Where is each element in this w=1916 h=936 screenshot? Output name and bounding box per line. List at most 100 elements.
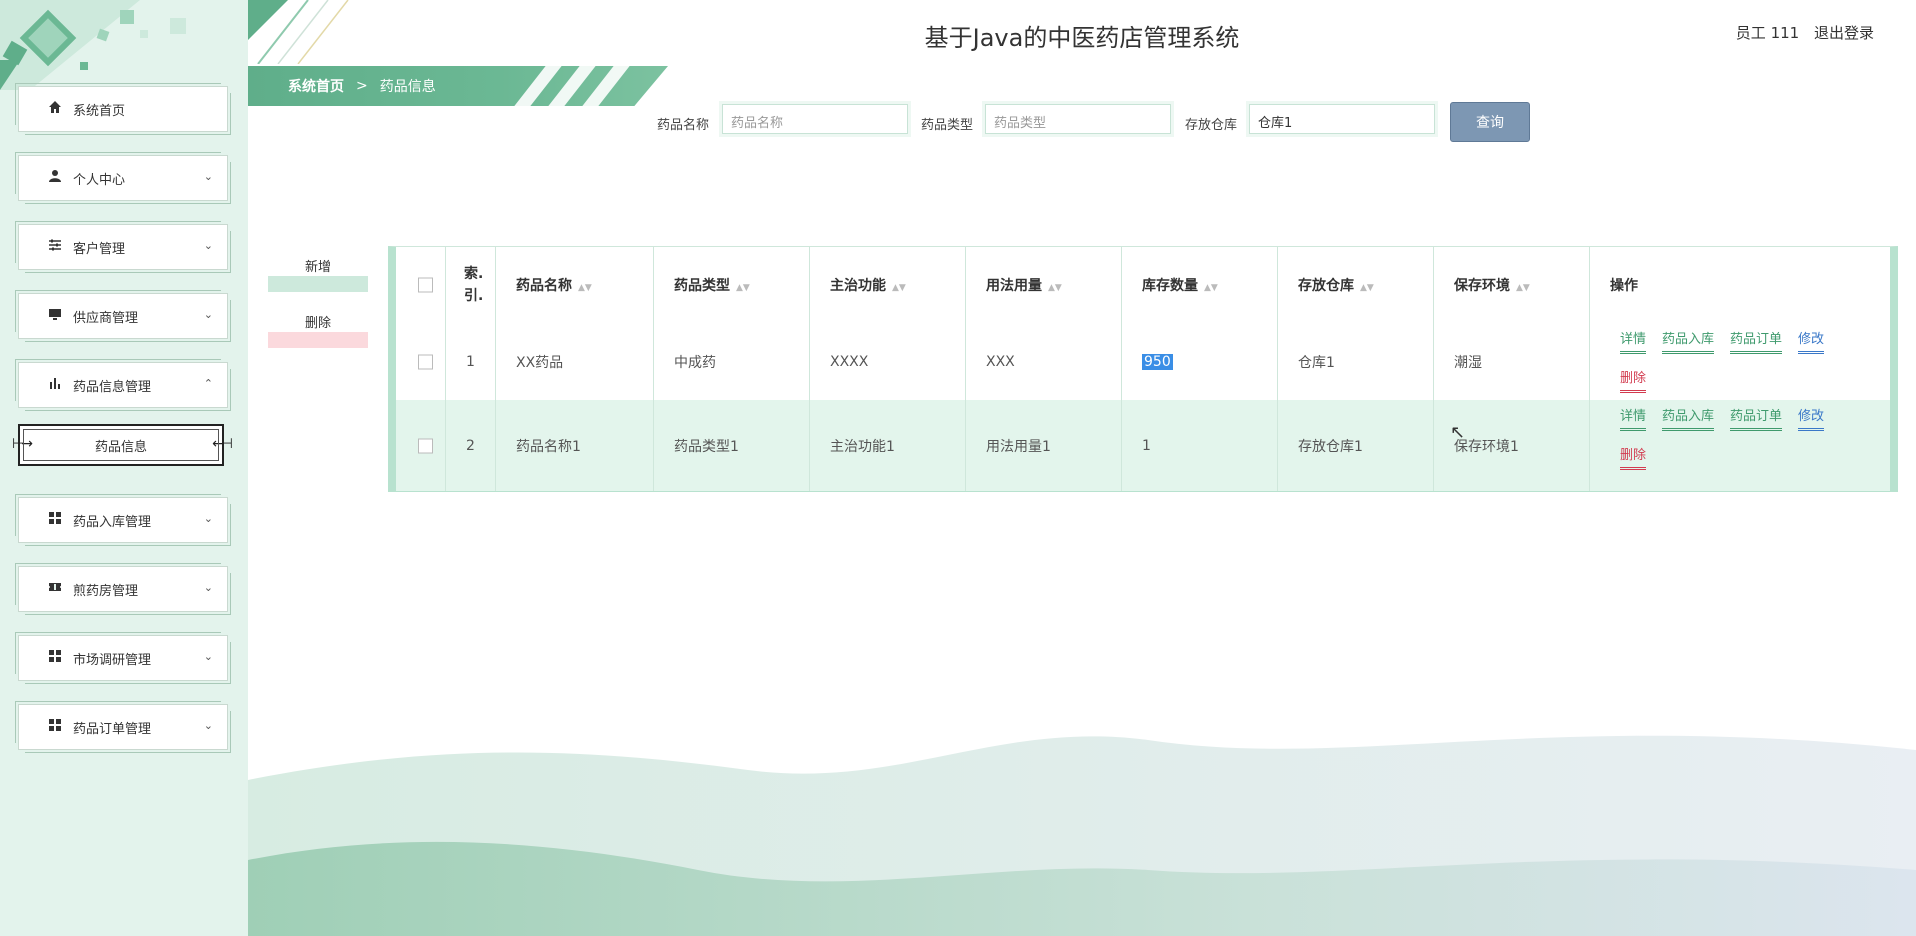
cell-usage: 用法用量1: [966, 400, 1122, 491]
chevron-down-icon: ⌄: [203, 581, 213, 594]
selected-text: 950: [1142, 353, 1173, 370]
cell-type: 中成药: [654, 323, 810, 400]
sidebar-item-customers[interactable]: 客户管理 ⌄: [15, 221, 231, 273]
mouse-cursor-icon: ↖: [1450, 422, 1466, 443]
cell-env: 潮湿: [1434, 323, 1590, 400]
warehouse-input[interactable]: 仓库1: [1246, 101, 1438, 137]
cell-function: 主治功能1: [810, 400, 966, 491]
sidebar-item-suppliers[interactable]: 供应商管理 ⌄: [15, 290, 231, 342]
header-env[interactable]: 保存环境 ▲▼: [1434, 247, 1590, 323]
sidebar-item-label: 个人中心: [73, 172, 126, 188]
medicine-name-label: 药品名称: [657, 118, 710, 133]
grid-icon: [45, 511, 65, 529]
chevron-down-icon: ⌄: [203, 719, 213, 732]
sidebar-item-label: 供应商管理: [73, 310, 139, 326]
query-button[interactable]: 查询: [1450, 102, 1530, 142]
grid-icon: [45, 649, 65, 667]
logout-link[interactable]: 退出登录: [1814, 24, 1874, 42]
chevron-down-icon: ⌄: [203, 650, 213, 663]
search-bar: 药品名称 药品名称 药品类型 药品类型 存放仓库 仓库1 查询: [0, 100, 1916, 142]
sidebar-item-personal-center[interactable]: 个人中心 ⌄: [15, 152, 231, 204]
sidebar-item-label: 药品入库管理: [73, 514, 152, 530]
delete-link[interactable]: 删除: [1620, 447, 1647, 470]
stock-in-link[interactable]: 药品入库: [1662, 408, 1715, 431]
chevron-down-icon: ⌄: [203, 239, 213, 252]
row-checkbox[interactable]: [418, 438, 433, 453]
chevron-up-icon: ⌃: [203, 377, 213, 390]
grid-icon: [45, 718, 65, 736]
sidebar-item-label: 药品信息管理: [73, 379, 152, 395]
row-checkbox[interactable]: [418, 354, 433, 369]
top-header: 基于Java的中医药店管理系统 员工 111 退出登录: [248, 0, 1916, 60]
order-link[interactable]: 药品订单: [1730, 408, 1783, 431]
sidebar-item-stock-in[interactable]: 药品入库管理 ⌄: [15, 494, 231, 546]
header-ops: 操作: [1610, 278, 1638, 294]
sidebar-item-label: 客户管理: [73, 241, 126, 257]
sidebar-subitem-medicine-info[interactable]: ⊢→ 药品信息 ←⊣: [12, 424, 233, 466]
delete-link[interactable]: 删除: [1620, 370, 1647, 393]
cell-type: 药品类型1: [654, 400, 810, 491]
delete-button[interactable]: 删除: [268, 312, 368, 348]
stock-in-link[interactable]: 药品入库: [1662, 331, 1715, 354]
select-all-checkbox[interactable]: [418, 277, 433, 293]
detail-link[interactable]: 详情: [1620, 331, 1647, 354]
sort-icon: ▲▼: [1516, 283, 1530, 293]
breadcrumb-home[interactable]: 系统首页: [288, 76, 344, 96]
sidebar-item-label: 煎药房管理: [73, 583, 139, 599]
edit-link[interactable]: 修改: [1798, 331, 1825, 354]
cell-index: 1: [446, 323, 496, 400]
cell-stock: 950: [1122, 323, 1278, 400]
cell-index: 2: [446, 400, 496, 491]
cell-warehouse: 存放仓库1: [1278, 400, 1434, 491]
cell-warehouse: 仓库1: [1278, 323, 1434, 400]
cell-stock: 1: [1122, 400, 1278, 491]
header-warehouse[interactable]: 存放仓库 ▲▼: [1278, 247, 1434, 323]
sort-icon: ▲▼: [892, 283, 906, 293]
header-name[interactable]: 药品名称 ▲▼: [496, 247, 654, 323]
medicine-name-input[interactable]: 药品名称: [719, 101, 911, 137]
cell-function: XXXX: [810, 323, 966, 400]
sliders-icon: [45, 238, 65, 256]
detail-link[interactable]: 详情: [1620, 408, 1647, 431]
breadcrumb-current: 药品信息: [379, 79, 436, 95]
background-waves: [248, 735, 1916, 936]
sort-icon: ▲▼: [1048, 283, 1062, 293]
add-button[interactable]: 新增: [268, 256, 368, 292]
sidebar-item-market-research[interactable]: 市场调研管理 ⌄: [15, 632, 231, 684]
sidebar-subitem-label: 药品信息: [94, 439, 147, 455]
warehouse-label: 存放仓库: [1185, 118, 1238, 133]
sidebar-item-orders[interactable]: 药品订单管理 ⌄: [15, 701, 231, 753]
sort-icon: ▲▼: [578, 283, 592, 293]
header-stock[interactable]: 库存数量 ▲▼: [1122, 247, 1278, 323]
cell-ops: 详情 药品入库 药品订单 修改 删除: [1590, 400, 1890, 491]
sort-icon: ▲▼: [1360, 283, 1374, 293]
header-type[interactable]: 药品类型 ▲▼: [654, 247, 810, 323]
chevron-down-icon: ⌄: [203, 308, 213, 321]
select-all-cell: [396, 247, 446, 323]
order-link[interactable]: 药品订单: [1730, 331, 1783, 354]
cell-ops: 详情 药品入库 药品订单 修改 删除: [1590, 323, 1890, 400]
page-title: 基于Java的中医药店管理系统: [924, 24, 1240, 52]
sidebar-item-label: 药品订单管理: [73, 721, 152, 737]
cell-name: 药品名称1: [496, 400, 654, 491]
arrow-right-icon: ⊢→: [12, 436, 33, 452]
header-function[interactable]: 主治功能 ▲▼: [810, 247, 966, 323]
table-row: 1 XX药品 中成药 XXXX XXX 950 仓库1 潮湿 详情 药品入库 药品订…: [396, 323, 1890, 400]
delete-button-bar: [268, 332, 368, 348]
sidebar-item-medicine-info[interactable]: 药品信息管理 ⌃: [15, 359, 231, 411]
delete-button-label: 删除: [304, 316, 331, 331]
medicine-type-input[interactable]: 药品类型: [982, 101, 1174, 137]
header-index: 索. 引.: [446, 247, 496, 323]
chevron-down-icon: ⌄: [203, 512, 213, 525]
medicine-type-label: 药品类型: [921, 118, 974, 133]
row-select-cell: [396, 323, 446, 400]
edit-link[interactable]: 修改: [1798, 408, 1825, 431]
sidebar-decoration: [0, 0, 186, 90]
chart-icon: [45, 376, 65, 394]
sidebar-item-decoction-room[interactable]: 煎药房管理 ⌄: [15, 563, 231, 615]
cell-env: 保存环境1: [1434, 400, 1590, 491]
user-name: 员工 111: [1735, 24, 1800, 42]
table-header-row: 索. 引. 药品名称 ▲▼ 药品类型 ▲▼ 主治功能 ▲▼ 用法用量 ▲▼ 库存数量 ▲▼…: [396, 247, 1890, 323]
header-usage[interactable]: 用法用量 ▲▼: [966, 247, 1122, 323]
sort-icon: ▲▼: [1204, 283, 1218, 293]
